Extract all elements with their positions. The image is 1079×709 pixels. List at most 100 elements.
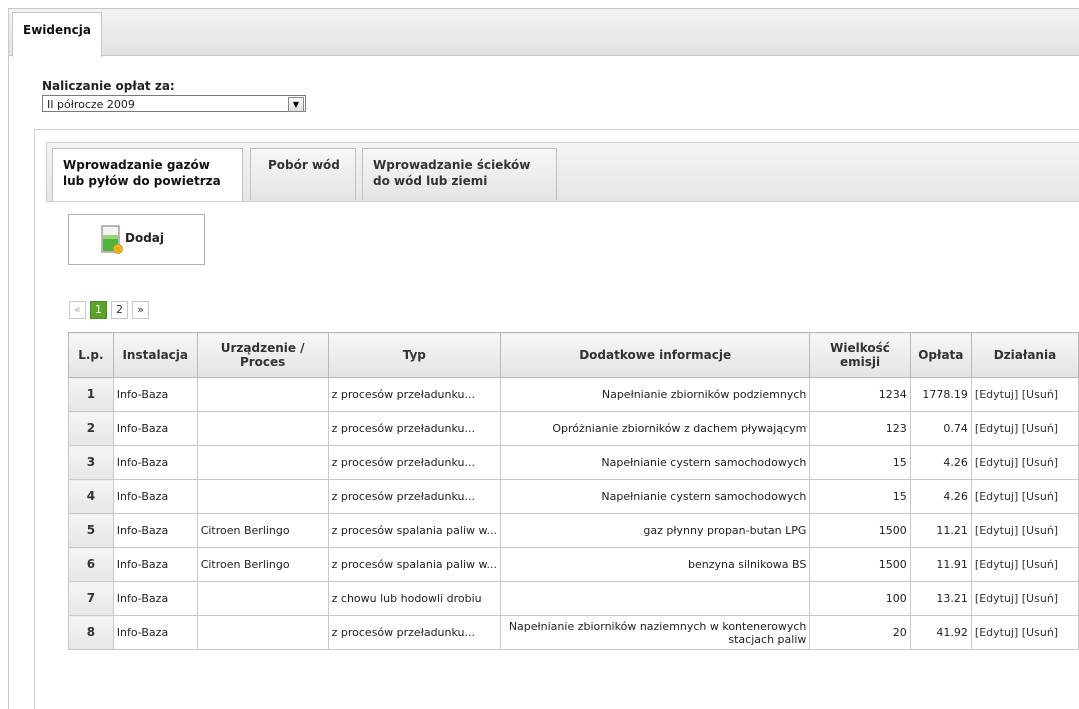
period-select[interactable]: II półrocze 2009 ▼ <box>42 95 306 112</box>
add-button[interactable]: Dodaj <box>68 214 205 265</box>
tab-label-line1: Wprowadzanie ścieków <box>373 158 531 172</box>
cell-emisja: 20 <box>809 615 911 650</box>
tab-label-line2: lub pyłów do powietrza <box>63 174 221 188</box>
cell-info: Napełnianie cystern samochodowych <box>499 479 811 514</box>
col-header-typ[interactable]: Typ <box>327 332 501 378</box>
cell-urzadzenie <box>196 615 329 650</box>
cell-typ: z procesów przeładunku... <box>327 377 501 412</box>
col-header-emisja[interactable]: Wielkość emisji <box>809 332 911 378</box>
cell-instalacja: Info-Baza <box>112 581 198 616</box>
col-header-dzialania: Działania <box>970 332 1079 378</box>
cell-typ: z procesów spalania paliw w... <box>327 547 501 582</box>
pager-page-2[interactable]: 2 <box>111 301 128 319</box>
period-label: Naliczanie opłat za: <box>42 79 175 93</box>
col-header-info[interactable]: Dodatkowe informacje <box>499 332 811 378</box>
cell-actions[interactable]: [Edytuj] [Usuń] <box>970 479 1079 514</box>
cell-urzadzenie <box>196 581 329 616</box>
add-button-label: Dodaj <box>125 231 165 245</box>
pager-prev[interactable]: « <box>69 301 86 319</box>
col-header-urzadzenie[interactable]: Urządzenie / Proces <box>196 332 329 378</box>
cell-info: Opróżnianie zbiorników z dachem pływając… <box>499 411 811 446</box>
tab-label-line2: do wód lub ziemi <box>373 174 488 188</box>
cell-lp: 8 <box>68 615 114 650</box>
col-header-lp[interactable]: L.p. <box>68 332 114 378</box>
cell-actions[interactable]: [Edytuj] [Usuń] <box>970 513 1079 548</box>
add-record-icon <box>101 225 123 254</box>
pagination: « 1 2 » <box>69 301 149 319</box>
tab-label-line1: Pobór wód <box>268 158 340 172</box>
tab-label-line1: Wprowadzanie gazów <box>63 158 210 172</box>
cell-emisja: 15 <box>809 445 911 480</box>
cell-instalacja: Info-Baza <box>112 377 198 412</box>
dropdown-arrow-icon[interactable]: ▼ <box>288 97 304 112</box>
table-row[interactable]: 8 Info-Baza z procesów przeładunku... Napeł… <box>68 615 1079 650</box>
table-row[interactable]: 3 Info-Baza z procesów przeładunku... Napeł… <box>68 445 1079 480</box>
cell-lp: 5 <box>68 513 114 548</box>
table-row[interactable]: 1 Info-Baza z procesów przeładunku... Napeł… <box>68 377 1079 412</box>
table-row[interactable]: 7 Info-Baza z chowu lub hodowli drobiu 100 1… <box>68 581 1079 616</box>
cell-lp: 1 <box>68 377 114 412</box>
pager-page-1[interactable]: 1 <box>90 301 107 319</box>
cell-info <box>499 581 811 616</box>
cell-actions[interactable]: [Edytuj] [Usuń] <box>970 445 1079 480</box>
cell-emisja: 1500 <box>809 513 911 548</box>
tab-scieki[interactable]: Wprowadzanie ścieków do wód lub ziemi <box>362 148 557 200</box>
cell-lp: 2 <box>68 411 114 446</box>
cell-oplata: 4.26 <box>909 445 972 480</box>
cell-emisja: 15 <box>809 479 911 514</box>
cell-urzadzenie <box>196 445 329 480</box>
cell-urzadzenie: Citroen Berlingo <box>196 547 329 582</box>
cell-emisja: 1500 <box>809 547 911 582</box>
cell-oplata: 13.21 <box>909 581 972 616</box>
cell-instalacja: Info-Baza <box>112 615 198 650</box>
cell-info: gaz płynny propan-butan LPG <box>499 513 811 548</box>
cell-actions[interactable]: [Edytuj] [Usuń] <box>970 615 1079 650</box>
cell-urzadzenie <box>196 411 329 446</box>
cell-lp: 6 <box>68 547 114 582</box>
cell-typ: z procesów przeładunku... <box>327 445 501 480</box>
table-header-row: L.p. Instalacja Urządzenie / Proces Typ … <box>68 332 1079 378</box>
col-header-instalacja[interactable]: Instalacja <box>112 332 198 378</box>
cell-oplata: 41.92 <box>909 615 972 650</box>
cell-urzadzenie: Citroen Berlingo <box>196 513 329 548</box>
cell-typ: z procesów spalania paliw w... <box>327 513 501 548</box>
cell-typ: z procesów przeładunku... <box>327 615 501 650</box>
cell-oplata: 11.91 <box>909 547 972 582</box>
col-header-oplata[interactable]: Opłata <box>909 332 972 378</box>
table-row[interactable]: 5 Info-Baza Citroen Berlingo z procesów spa… <box>68 513 1079 548</box>
cell-info: Napełnianie zbiorników podziemnych <box>499 377 811 412</box>
cell-info: Napełnianie zbiorników naziemnych w kont… <box>499 615 811 650</box>
table-row[interactable]: 4 Info-Baza z procesów przeładunku... Napeł… <box>68 479 1079 514</box>
cell-urzadzenie <box>196 479 329 514</box>
tab-pobor-wod[interactable]: Pobór wód <box>250 148 356 200</box>
cell-instalacja: Info-Baza <box>112 479 198 514</box>
cell-instalacja: Info-Baza <box>112 547 198 582</box>
cell-oplata: 11.21 <box>909 513 972 548</box>
cell-actions[interactable]: [Edytuj] [Usuń] <box>970 581 1079 616</box>
outer-tabstrip <box>9 9 1079 56</box>
cell-actions[interactable]: [Edytuj] [Usuń] <box>970 547 1079 582</box>
cell-lp: 7 <box>68 581 114 616</box>
pager-next[interactable]: » <box>132 301 149 319</box>
cell-emisja: 123 <box>809 411 911 446</box>
period-selected-value: II półrocze 2009 <box>47 98 135 111</box>
period-section: Naliczanie opłat za: II półrocze 2009 ▼ <box>42 79 306 112</box>
cell-urzadzenie <box>196 377 329 412</box>
table-row[interactable]: 6 Info-Baza Citroen Berlingo z procesów spa… <box>68 547 1079 582</box>
cell-emisja: 100 <box>809 581 911 616</box>
cell-actions[interactable]: [Edytuj] [Usuń] <box>970 411 1079 446</box>
tab-gazy-pyly[interactable]: Wprowadzanie gazów lub pyłów do powietrz… <box>52 148 243 201</box>
cell-instalacja: Info-Baza <box>112 445 198 480</box>
tab-ewidencja[interactable]: Ewidencja <box>12 12 102 57</box>
table-row[interactable]: 2 Info-Baza z procesów przeładunku... Opróż… <box>68 411 1079 446</box>
cell-typ: z chowu lub hodowli drobiu <box>327 581 501 616</box>
cell-emisja: 1234 <box>809 377 911 412</box>
cell-oplata: 4.26 <box>909 479 972 514</box>
cell-actions[interactable]: [Edytuj] [Usuń] <box>970 377 1079 412</box>
cell-typ: z procesów przeładunku... <box>327 479 501 514</box>
cell-instalacja: Info-Baza <box>112 411 198 446</box>
cell-lp: 4 <box>68 479 114 514</box>
cell-typ: z procesów przeładunku... <box>327 411 501 446</box>
cell-info: benzyna silnikowa BS <box>499 547 811 582</box>
records-table: L.p. Instalacja Urządzenie / Proces Typ … <box>68 332 1079 650</box>
